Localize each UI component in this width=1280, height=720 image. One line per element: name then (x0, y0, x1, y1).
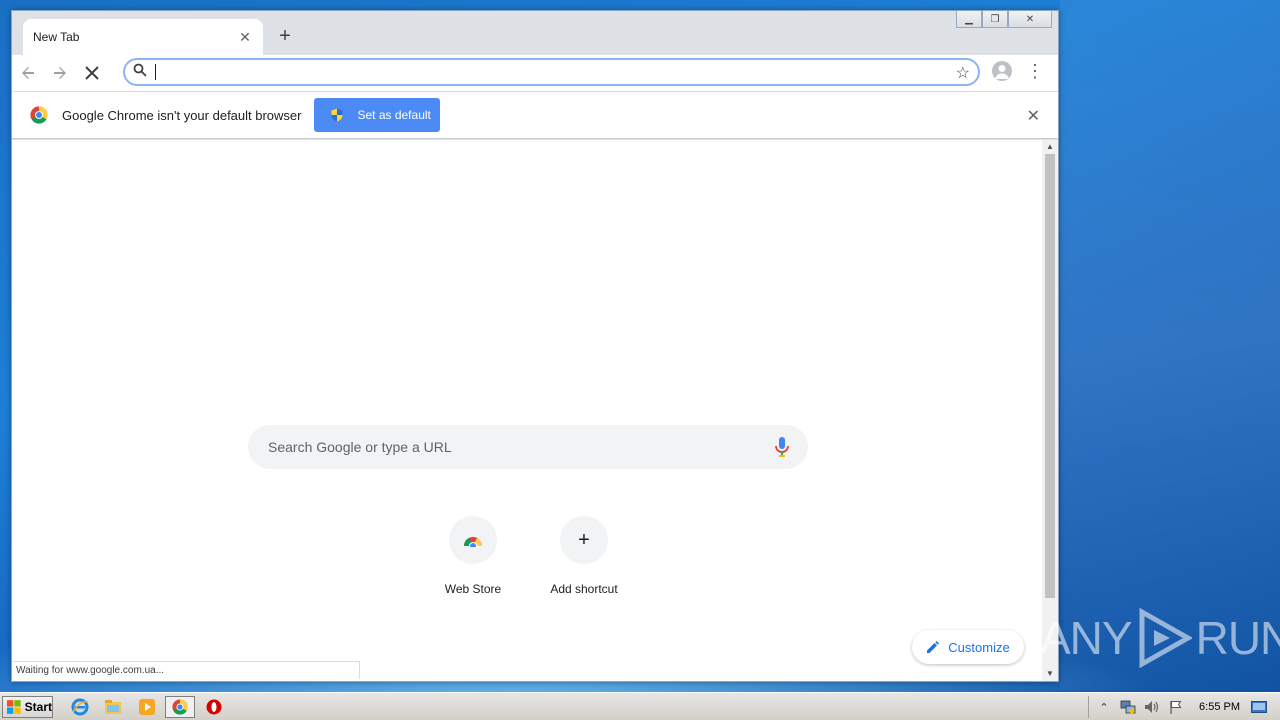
chrome-window: New Tab ✕ + ▁ ❐ ✕ ☆ ⋮ Google Chrome isn'… (11, 10, 1059, 682)
back-icon (22, 67, 34, 79)
watermark-right-text: RUN (1195, 612, 1280, 664)
anyrun-watermark: ANY RUN (1040, 608, 1280, 668)
infobar-close-icon[interactable]: ✕ (1027, 106, 1040, 126)
profile-icon[interactable] (992, 61, 1012, 81)
tab-strip: New Tab ✕ + ▁ ❐ ✕ (12, 11, 1058, 55)
tab-title: New Tab (33, 30, 80, 44)
forward-button[interactable] (44, 57, 76, 89)
web-store-icon (449, 516, 497, 564)
customize-label: Customize (948, 639, 1010, 655)
start-button[interactable]: Start (2, 696, 53, 718)
scrollbar[interactable]: ▲ ▼ (1042, 140, 1058, 681)
infobar-message: Google Chrome isn't your default browser (62, 107, 302, 123)
shield-icon (331, 108, 343, 122)
stop-icon (85, 66, 99, 80)
default-browser-infobar: Google Chrome isn't your default browser… (12, 91, 1058, 139)
search-icon (125, 63, 155, 82)
window-controls: ▁ ❐ ✕ (956, 11, 1052, 28)
ntp-search-placeholder: Search Google or type a URL (268, 439, 452, 455)
taskbar: Start ⌃ 6:55 PM (0, 692, 1280, 720)
shortcut-label: Add shortcut (550, 582, 618, 596)
back-button[interactable] (12, 57, 44, 89)
chrome-icon (30, 106, 48, 124)
new-tab-page: Search Google or type a URL Web Store + … (12, 140, 1042, 681)
shortcut-add[interactable]: + Add shortcut (528, 516, 640, 596)
network-icon[interactable] (1119, 699, 1137, 715)
tab-close-icon[interactable]: ✕ (237, 29, 253, 46)
shortcut-label: Web Store (444, 582, 502, 596)
toolbar: ☆ ⋮ (12, 55, 1058, 91)
tab-new-tab[interactable]: New Tab ✕ (23, 19, 263, 55)
minimize-button[interactable]: ▁ (956, 11, 982, 28)
start-label: Start (24, 700, 52, 714)
forward-icon (54, 67, 66, 79)
watermark-left-text: ANY (1040, 612, 1133, 664)
mic-icon[interactable] (772, 435, 792, 459)
pencil-icon (927, 641, 940, 653)
show-hidden-icons-icon[interactable]: ⌃ (1095, 699, 1113, 715)
restore-button[interactable]: ❐ (982, 11, 1008, 28)
status-bubble: Waiting for www.google.com.ua... (12, 661, 360, 679)
set-as-default-label: Set as default (357, 108, 431, 122)
set-as-default-button[interactable]: Set as default (314, 98, 441, 132)
new-tab-button[interactable]: + (274, 25, 296, 47)
scroll-thumb[interactable] (1045, 154, 1055, 598)
clock[interactable]: 6:55 PM (1199, 701, 1240, 713)
explorer-icon[interactable] (103, 697, 123, 717)
play-logo-icon (1139, 608, 1192, 668)
volume-icon[interactable] (1143, 699, 1161, 715)
stop-button[interactable] (76, 57, 108, 89)
system-tray: ⌃ 6:55 PM (1088, 696, 1280, 718)
scroll-up-arrow[interactable]: ▲ (1042, 140, 1058, 154)
star-icon[interactable]: ☆ (956, 63, 970, 83)
windows-logo-icon (6, 700, 21, 714)
desktop-background (1060, 0, 1280, 690)
customize-button[interactable]: Customize (912, 630, 1024, 664)
ie-icon[interactable] (70, 697, 90, 717)
close-window-button[interactable]: ✕ (1008, 11, 1052, 28)
omnibox[interactable]: ☆ (123, 58, 980, 86)
opera-icon[interactable] (204, 697, 224, 717)
chrome-taskbar-icon[interactable] (165, 696, 195, 718)
menu-icon[interactable]: ⋮ (1026, 61, 1044, 83)
text-caret (155, 64, 156, 80)
media-player-icon[interactable] (137, 697, 157, 717)
shortcut-web-store[interactable]: Web Store (417, 516, 529, 596)
ntp-search-box[interactable]: Search Google or type a URL (248, 425, 808, 469)
scroll-down-arrow[interactable]: ▼ (1042, 667, 1058, 681)
show-desktop-icon[interactable] (1250, 699, 1268, 715)
action-center-flag-icon[interactable] (1167, 699, 1185, 715)
plus-icon: + (560, 516, 608, 564)
